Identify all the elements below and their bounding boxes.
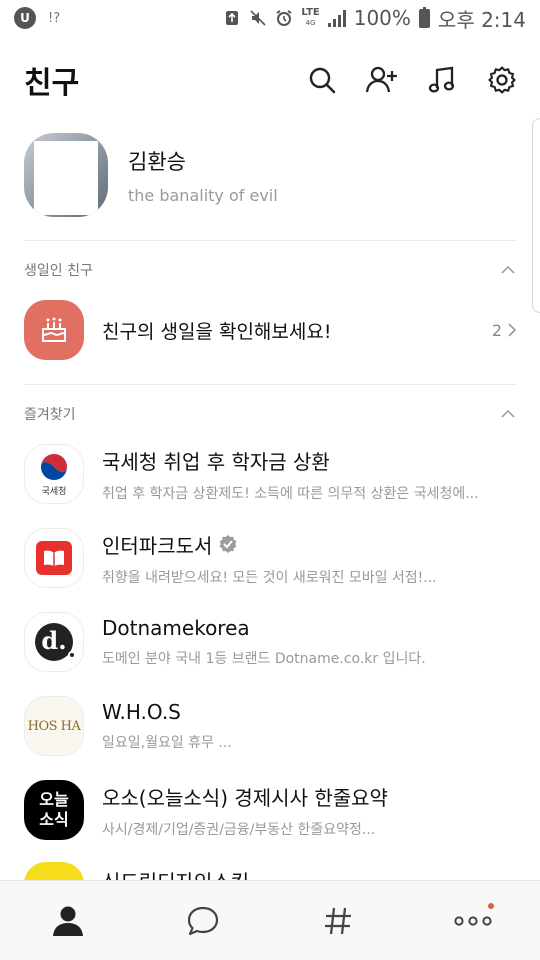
list-item[interactable]: 국세청 국세청 취업 후 학자금 상환 취업 후 학자금 상환제도! 소득에 따…	[24, 443, 518, 505]
settings-icon	[488, 66, 516, 94]
music-button[interactable]	[424, 62, 460, 98]
app-notification-icon: U	[14, 7, 36, 29]
list-item[interactable]: 신드림디자인스킨	[24, 862, 518, 882]
status-bar: U !? LTE 4G 100% 오후 2:14	[0, 0, 540, 36]
divider	[24, 384, 516, 385]
list-item-subtitle: 취향을 내려받으세요! 모든 것이 새로워진 모바일 서점!...	[102, 569, 437, 586]
add-friend-button[interactable]	[364, 62, 400, 98]
nav-view[interactable]	[270, 881, 405, 960]
chevron-right-icon	[508, 323, 517, 337]
more-icon	[453, 915, 492, 926]
page-title: 친구	[24, 66, 80, 101]
birthday-section-header[interactable]: 생일인 친구	[24, 258, 516, 282]
new-badge-dot	[488, 902, 494, 909]
list-item-subtitle: 사시/경제/기업/증권/금융/부동산 한줄요약정...	[102, 821, 376, 838]
bottom-navigation	[0, 880, 540, 960]
list-item[interactable]: HOS HA W.H.O.S 일요일,월요일 휴무 ...	[24, 695, 518, 757]
profile-name: 김환승	[128, 149, 186, 174]
nav-friends[interactable]	[0, 881, 135, 960]
interpark-book-icon	[24, 528, 84, 588]
list-item-title: 인터파크도서	[102, 533, 213, 558]
chevron-up-icon	[501, 409, 515, 418]
oneul-sosik-logo-icon: 오늘 소식	[24, 780, 84, 840]
list-item-title: 오소(오늘소식) 경제시사 한줄요약	[102, 785, 388, 810]
item-logo-icon	[24, 862, 84, 882]
alarm-icon	[276, 10, 292, 26]
avatar	[24, 133, 108, 217]
nts-logo-icon: 국세청	[24, 444, 84, 504]
friends-icon	[52, 906, 83, 936]
app-header: 친구	[0, 50, 540, 110]
chevron-up-icon	[501, 265, 515, 274]
my-profile[interactable]: 김환승 the banality of evil	[24, 132, 514, 218]
list-item-subtitle: 일요일,월요일 휴무 ...	[102, 735, 232, 751]
list-item-subtitle: 취업 후 학자금 상환제도! 소득에 따른 의무적 상환은 국세청에...	[102, 485, 479, 502]
list-item[interactable]: d. Dotnamekorea 도메인 분야 국내 1등 브랜드 Dotname…	[24, 611, 518, 673]
birthday-row-text: 친구의 생일을 확인해보세요!	[102, 320, 332, 343]
add-friend-icon	[365, 66, 397, 93]
music-icon	[428, 66, 455, 93]
nav-chats[interactable]	[135, 881, 270, 960]
list-item[interactable]: 오늘 소식 오소(오늘소식) 경제시사 한줄요약 사시/경제/기업/증권/금융/…	[24, 779, 518, 841]
signal-strength-icon	[327, 9, 346, 27]
list-item-title: W.H.O.S	[102, 700, 181, 724]
battery-percentage: 100%	[353, 6, 411, 30]
dotnamekorea-logo-icon: d.	[24, 612, 84, 672]
recycle-icon	[226, 11, 239, 25]
list-item-subtitle: 도메인 분야 국내 1등 브랜드 Dotname.co.kr 입니다.	[102, 651, 426, 667]
nav-more[interactable]	[405, 881, 540, 960]
birthday-cake-icon	[24, 300, 84, 360]
birthday-row[interactable]: 친구의 생일을 확인해보세요! 2	[24, 300, 518, 360]
settings-button[interactable]	[484, 62, 520, 98]
hashtag-icon	[324, 907, 351, 934]
favorites-section-header[interactable]: 즐겨찾기	[24, 402, 516, 426]
search-icon	[309, 67, 336, 94]
section-label: 생일인 친구	[24, 263, 93, 279]
birthday-count: 2	[492, 321, 518, 340]
chat-icon	[187, 906, 218, 935]
edge-panel-handle[interactable]	[532, 118, 540, 313]
list-item[interactable]: 인터파크도서 취향을 내려받으세요! 모든 것이 새로워진 모바일 서점!...	[24, 527, 518, 589]
whos-logo-icon: HOS HA	[24, 696, 84, 756]
mute-icon	[250, 10, 266, 26]
battery-icon	[418, 6, 430, 28]
section-label: 즐겨찾기	[24, 407, 76, 423]
list-item-title: Dotnamekorea	[102, 616, 250, 640]
search-button[interactable]	[304, 62, 340, 98]
clock: 오후 2:14	[437, 7, 526, 32]
divider	[24, 240, 516, 241]
signal-warning-text: !?	[48, 10, 61, 26]
verified-badge-icon	[220, 535, 237, 553]
profile-status-message: the banality of evil	[128, 185, 278, 205]
network-indicator: LTE 4G	[301, 7, 320, 28]
list-item-title: 국세청 취업 후 학자금 상환	[102, 449, 330, 474]
